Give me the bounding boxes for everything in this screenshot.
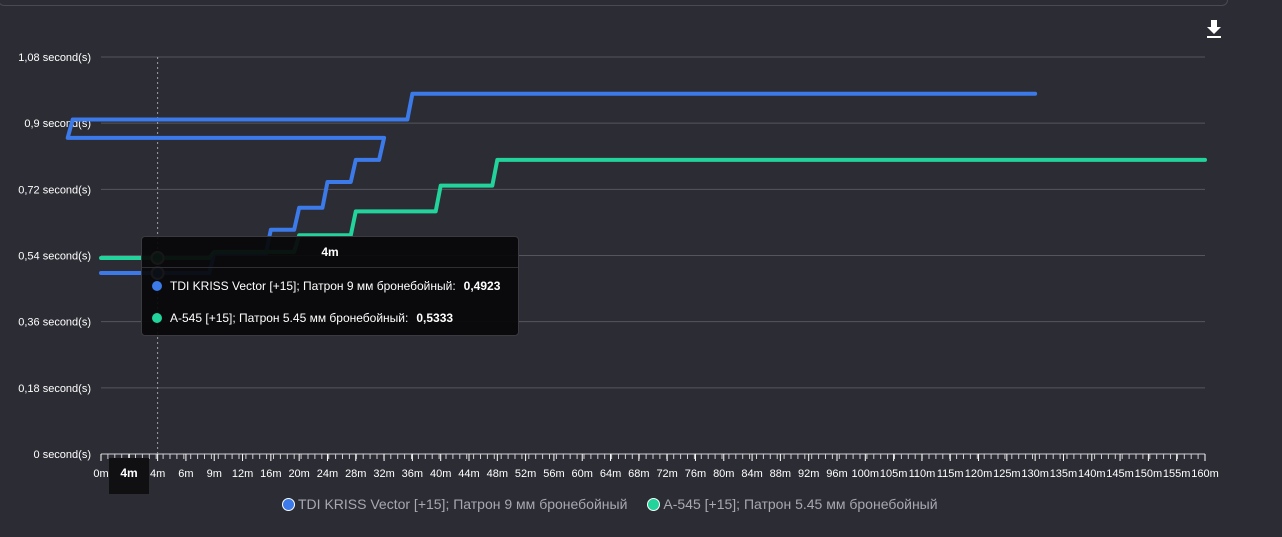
y-tick-label: 1,08 second(s) — [18, 52, 91, 64]
x-tick-label: 44m — [458, 468, 479, 480]
download-icon — [1207, 20, 1221, 38]
crosshair-x-label: 4m — [109, 458, 149, 494]
x-tick-label: 105m — [880, 468, 908, 480]
x-tick-label: 32m — [373, 468, 394, 480]
x-tick-label: 100m — [852, 468, 880, 480]
x-tick-label: 96m — [826, 468, 847, 480]
x-tick-label: 150m — [1135, 468, 1163, 480]
x-tick-label: 12m — [232, 468, 253, 480]
y-axis-labels: 0 second(s) 0,18 second(s) 0,36 second(s) 0… — [18, 52, 91, 461]
x-tick-label: 120m — [965, 468, 993, 480]
tooltip-series-2-name: A-545 [+15]; Патрон 5.45 мм бронебойный — [170, 311, 406, 325]
x-tick-label: 145m — [1106, 468, 1134, 480]
x-axis: 0m2m4m6m9m12m16m20m24m28m32m36m40m44m48m… — [93, 453, 1219, 480]
y-tick-label: 0,36 second(s) — [18, 317, 91, 329]
legend-marker-series-2 — [647, 497, 661, 511]
x-tick-label: 4m — [150, 468, 165, 480]
x-tick-label: 16m — [260, 468, 281, 480]
x-tick-label: 9m — [207, 468, 222, 480]
y-tick-label: 0,54 second(s) — [18, 251, 91, 263]
x-tick-label: 0m — [93, 468, 108, 480]
x-tick-label: 135m — [1050, 468, 1078, 480]
x-tick-label: 28m — [345, 468, 366, 480]
chart-tooltip: 4m TDI KRISS Vector [+15]; Патрон 9 мм б… — [141, 236, 519, 336]
tooltip-title: 4m — [142, 237, 518, 268]
tooltip-series-1-value: 0,4923 — [463, 279, 501, 293]
legend-item-series-2[interactable]: A-545 [+15]; Патрон 5.45 мм бронебойный — [647, 496, 938, 512]
x-tick-label: 64m — [600, 468, 621, 480]
x-tick-label: 6m — [178, 468, 193, 480]
y-tick-label: 0,72 second(s) — [18, 184, 91, 196]
x-tick-label: 160m — [1191, 468, 1219, 480]
x-tick-label: 40m — [430, 468, 451, 480]
x-tick-label: 72m — [656, 468, 677, 480]
x-tick-label: 24m — [317, 468, 338, 480]
x-tick-label: 155m — [1163, 468, 1191, 480]
x-tick-label: 20m — [288, 468, 309, 480]
x-tick-label: 36m — [402, 468, 423, 480]
x-tick-label: 76m — [685, 468, 706, 480]
x-tick-label: 92m — [798, 468, 819, 480]
legend-marker-series-1 — [282, 497, 295, 511]
x-tick-label: 140m — [1078, 468, 1106, 480]
x-tick-label: 84m — [741, 468, 762, 480]
x-tick-label: 52m — [515, 468, 536, 480]
legend-item-series-1[interactable]: TDI KRISS Vector [+15]; Патрон 9 мм брон… — [282, 496, 627, 512]
y-tick-label: 0,18 second(s) — [18, 383, 91, 395]
tooltip-row-series-1: TDI KRISS Vector [+15]; Патрон 9 мм брон… — [152, 278, 500, 294]
tooltip-series-1-name: TDI KRISS Vector [+15]; Патрон 9 мм брон… — [170, 279, 453, 293]
x-tick-label: 60m — [572, 468, 593, 480]
x-tick-label: 56m — [543, 468, 564, 480]
x-tick-label: 115m — [937, 468, 964, 480]
series-1-dot — [152, 281, 162, 291]
tooltip-row-series-2: A-545 [+15]; Патрон 5.45 мм бронебойный:… — [152, 310, 453, 326]
x-tick-label: 130m — [1021, 468, 1049, 480]
download-button[interactable] — [1202, 18, 1226, 40]
x-tick-label: 110m — [909, 468, 936, 480]
series-2-dot — [152, 313, 162, 323]
legend-label-series-2: A-545 [+15]; Патрон 5.45 мм бронебойный — [663, 496, 938, 512]
y-tick-label: 0 second(s) — [34, 449, 91, 461]
legend-label-series-1: TDI KRISS Vector [+15]; Патрон 9 мм брон… — [298, 496, 628, 512]
chart-legend: TDI KRISS Vector [+15]; Патрон 9 мм брон… — [282, 494, 938, 514]
x-tick-label: 125m — [993, 468, 1021, 480]
x-tick-label: 48m — [487, 468, 508, 480]
x-tick-label: 88m — [770, 468, 791, 480]
x-tick-label: 80m — [713, 468, 734, 480]
x-tick-label: 68m — [628, 468, 649, 480]
tooltip-series-2-value: 0,5333 — [416, 311, 454, 325]
